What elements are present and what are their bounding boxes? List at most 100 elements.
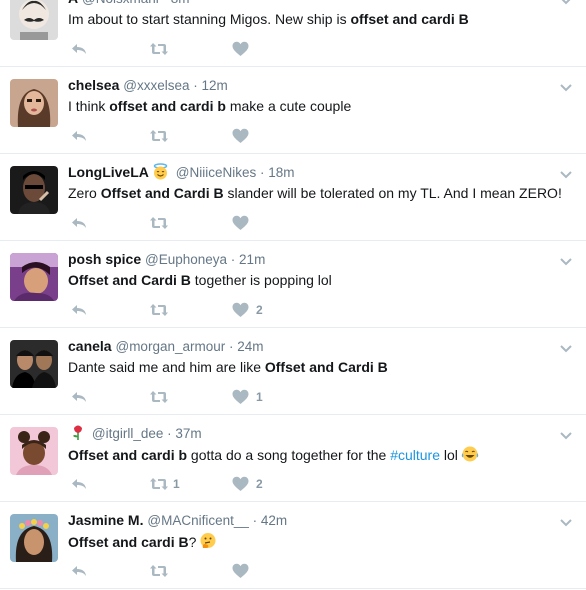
- retweet-icon[interactable]: [149, 389, 169, 405]
- avatar[interactable]: [10, 0, 58, 40]
- tweet[interactable]: @itgirll_dee · 37m Offset and cardi b got…: [0, 415, 586, 502]
- tweet-header: A @Noisxmani · 8m: [68, 0, 190, 7]
- highlighted-text: offset and cardi B: [350, 11, 469, 27]
- display-name[interactable]: A: [68, 0, 78, 6]
- tweet-header: Jasmine M. @MACnificent__ · 42m: [68, 511, 287, 529]
- avatar[interactable]: [10, 340, 58, 388]
- display-name[interactable]: posh spice: [68, 251, 141, 267]
- text-segment: Dante said me and him are like: [68, 359, 265, 375]
- avatar[interactable]: [10, 427, 58, 475]
- separator-dot: ·: [248, 513, 261, 528]
- tweet[interactable]: canela @morgan_armour · 24m Dante said me…: [0, 328, 586, 415]
- retweet-icon[interactable]: [149, 302, 169, 318]
- reply-icon[interactable]: [70, 41, 88, 57]
- tweet[interactable]: Jasmine M. @MACnificent__ · 42m Offset an…: [0, 502, 586, 589]
- avatar[interactable]: [10, 79, 58, 127]
- user-handle[interactable]: @Euphoneya: [145, 252, 227, 267]
- display-name[interactable]: LongLiveLA: [68, 164, 149, 180]
- heart-icon[interactable]: [232, 215, 249, 231]
- tweet[interactable]: LongLiveLA @NiiiceNikes · 18m Zero Offset…: [0, 154, 586, 241]
- like-count: 1: [256, 390, 263, 404]
- laugh-cry-icon: [461, 445, 479, 467]
- avatar[interactable]: [10, 166, 58, 214]
- tweet-feed: A @Noisxmani · 8m Im about to start stann…: [0, 0, 586, 590]
- avatar[interactable]: [10, 253, 58, 301]
- retweet-icon[interactable]: [149, 563, 169, 579]
- timestamp[interactable]: 8m: [171, 0, 190, 6]
- tweet-text: Zero Offset and Cardi B slander will be …: [68, 184, 578, 202]
- highlighted-text: Offset and Cardi B: [100, 185, 224, 201]
- chevron-down-icon[interactable]: [560, 340, 572, 353]
- tweet[interactable]: posh spice @Euphoneya · 21m Offset and Ca…: [0, 241, 586, 328]
- heart-icon[interactable]: 2: [232, 302, 263, 318]
- reply-icon[interactable]: [70, 389, 88, 405]
- separator-dot: ·: [163, 426, 176, 441]
- tweet-header: LongLiveLA @NiiiceNikes · 18m: [68, 163, 295, 181]
- chevron-down-icon[interactable]: [560, 514, 572, 527]
- timestamp[interactable]: 37m: [175, 426, 201, 441]
- text-segment: I think: [68, 98, 110, 114]
- tweet-header: canela @morgan_armour · 24m: [68, 337, 264, 355]
- highlighted-text: Offset and Cardi B: [264, 359, 388, 375]
- chevron-down-icon[interactable]: [560, 79, 572, 92]
- timestamp[interactable]: 12m: [202, 78, 228, 93]
- separator-dot: ·: [225, 339, 238, 354]
- text-segment: gotta do a song together for the: [187, 447, 391, 463]
- heart-icon[interactable]: [232, 563, 249, 579]
- user-handle[interactable]: @itgirll_dee: [92, 426, 164, 441]
- chevron-down-icon[interactable]: [560, 427, 572, 440]
- chevron-down-icon[interactable]: [560, 166, 572, 179]
- like-count: 2: [256, 303, 263, 317]
- highlighted-text: Offset and cardi b: [68, 447, 188, 463]
- user-handle[interactable]: @morgan_armour: [115, 339, 225, 354]
- separator-dot: ·: [227, 252, 240, 267]
- reply-icon[interactable]: [70, 215, 88, 231]
- user-handle[interactable]: @xxxelsea: [123, 78, 189, 93]
- highlighted-text: offset and cardi b: [109, 98, 226, 114]
- tweet-text: Offset and cardi B?: [68, 532, 578, 554]
- hashtag-link[interactable]: #culture: [390, 447, 440, 463]
- text-segment: ?: [188, 534, 197, 550]
- text-segment: lol: [440, 447, 458, 463]
- timestamp[interactable]: 21m: [239, 252, 265, 267]
- display-name[interactable]: canela: [68, 338, 112, 354]
- heart-icon[interactable]: 1: [232, 389, 263, 405]
- heart-icon[interactable]: [232, 41, 249, 57]
- tweet-text: Im about to start stanning Migos. New sh…: [68, 10, 578, 28]
- display-name[interactable]: chelsea: [68, 77, 119, 93]
- retweet-icon[interactable]: [149, 41, 169, 57]
- heart-icon[interactable]: [232, 128, 249, 144]
- user-handle[interactable]: @NiiiceNikes: [176, 165, 256, 180]
- reply-icon[interactable]: [70, 563, 88, 579]
- tweet-text: Offset and cardi b gotta do a song toget…: [68, 445, 578, 467]
- tweet[interactable]: A @Noisxmani · 8m Im about to start stann…: [0, 0, 586, 67]
- retweet-count: 1: [173, 477, 180, 491]
- reply-icon[interactable]: [70, 476, 88, 492]
- tweet-header: posh spice @Euphoneya · 21m: [68, 250, 265, 268]
- reply-icon[interactable]: [70, 128, 88, 144]
- timestamp[interactable]: 24m: [237, 339, 263, 354]
- rose-icon: [71, 424, 85, 445]
- text-segment: Im about to start stanning Migos. New sh…: [68, 11, 351, 27]
- highlighted-text: Offset and cardi B: [68, 534, 189, 550]
- text-segment: slander will be tolerated on my TL. And …: [223, 185, 562, 201]
- user-handle[interactable]: @Noisxmani: [82, 0, 159, 6]
- like-count: 2: [256, 477, 263, 491]
- retweet-icon[interactable]: 1: [149, 476, 180, 492]
- separator-dot: ·: [159, 0, 171, 6]
- retweet-icon[interactable]: [149, 128, 169, 144]
- timestamp[interactable]: 42m: [261, 513, 287, 528]
- thinking-icon: [199, 532, 217, 554]
- heart-icon[interactable]: 2: [232, 476, 263, 492]
- user-handle[interactable]: @MACnificent__: [147, 513, 249, 528]
- chevron-down-icon[interactable]: [560, 253, 572, 266]
- timestamp[interactable]: 18m: [268, 165, 294, 180]
- avatar[interactable]: [10, 514, 58, 562]
- tweet[interactable]: chelsea @xxxelsea · 12m I think offset an…: [0, 67, 586, 154]
- retweet-icon[interactable]: [149, 215, 169, 231]
- display-name[interactable]: Jasmine M.: [68, 512, 143, 528]
- tweet-text: I think offset and cardi b make a cute c…: [68, 97, 578, 115]
- separator-dot: ·: [189, 78, 202, 93]
- reply-icon[interactable]: [70, 302, 88, 318]
- tweet-header: @itgirll_dee · 37m: [68, 424, 202, 442]
